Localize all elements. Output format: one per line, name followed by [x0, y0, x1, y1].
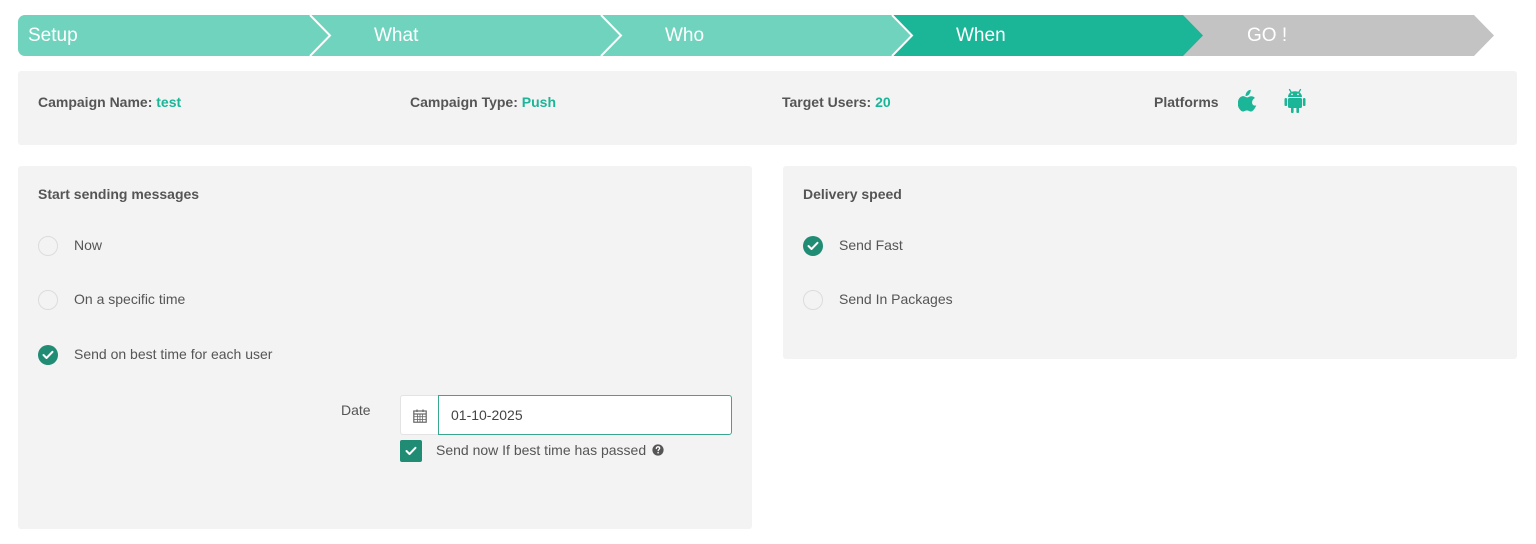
- check-icon: [42, 350, 54, 359]
- campaign-summary-panel: Campaign Name: test Campaign Type: Push …: [18, 71, 1517, 145]
- help-icon[interactable]: [652, 444, 664, 456]
- target-users: Target Users: 20: [782, 71, 891, 133]
- radio-send-fast[interactable]: [803, 236, 823, 256]
- platforms-label: Platforms: [1154, 94, 1219, 110]
- radio-now[interactable]: [38, 236, 58, 256]
- delivery-speed-panel: Delivery speed Send Fast Send In Package…: [783, 166, 1517, 359]
- check-icon: [405, 446, 417, 455]
- campaign-name: Campaign Name: test: [38, 71, 181, 133]
- send-now-text: Send now If best time has passed: [436, 442, 647, 458]
- platforms: Platforms: [1154, 71, 1219, 133]
- send-now-label: Send now If best time has passed: [436, 442, 664, 458]
- wizard-steps: Setup What Who When GO !: [18, 15, 1494, 56]
- option-specific-time-label: On a specific time: [74, 291, 186, 307]
- target-users-value: 20: [875, 94, 891, 110]
- campaign-type-label: Campaign Type:: [410, 94, 518, 110]
- start-sending-panel: Start sending messages Now On a specific…: [18, 166, 752, 529]
- date-picker: [400, 395, 732, 435]
- campaign-name-value: test: [156, 94, 182, 110]
- radio-best-time[interactable]: [38, 345, 58, 365]
- target-users-label: Target Users:: [782, 94, 872, 110]
- campaign-name-label: Campaign Name:: [38, 94, 153, 110]
- option-send-fast-label: Send Fast: [839, 237, 903, 253]
- option-send-in-packages-label: Send In Packages: [839, 291, 953, 307]
- android-icon: [1284, 88, 1306, 113]
- radio-send-in-packages[interactable]: [803, 290, 823, 310]
- check-icon: [807, 241, 819, 250]
- option-best-time-label: Send on best time for each user: [74, 346, 273, 362]
- step-separators: [309, 15, 914, 56]
- campaign-type: Campaign Type: Push: [410, 71, 556, 133]
- date-label: Date: [341, 402, 371, 418]
- apple-icon: [1238, 89, 1257, 112]
- start-sending-title: Start sending messages: [38, 186, 200, 202]
- calendar-button[interactable]: [400, 395, 438, 435]
- calendar-icon: [413, 409, 427, 423]
- delivery-speed-title: Delivery speed: [803, 186, 902, 202]
- option-now-label: Now: [74, 237, 103, 253]
- send-now-checkbox[interactable]: [400, 440, 422, 462]
- campaign-type-value: Push: [521, 94, 556, 110]
- date-input[interactable]: [438, 395, 732, 435]
- radio-specific-time[interactable]: [38, 290, 58, 310]
